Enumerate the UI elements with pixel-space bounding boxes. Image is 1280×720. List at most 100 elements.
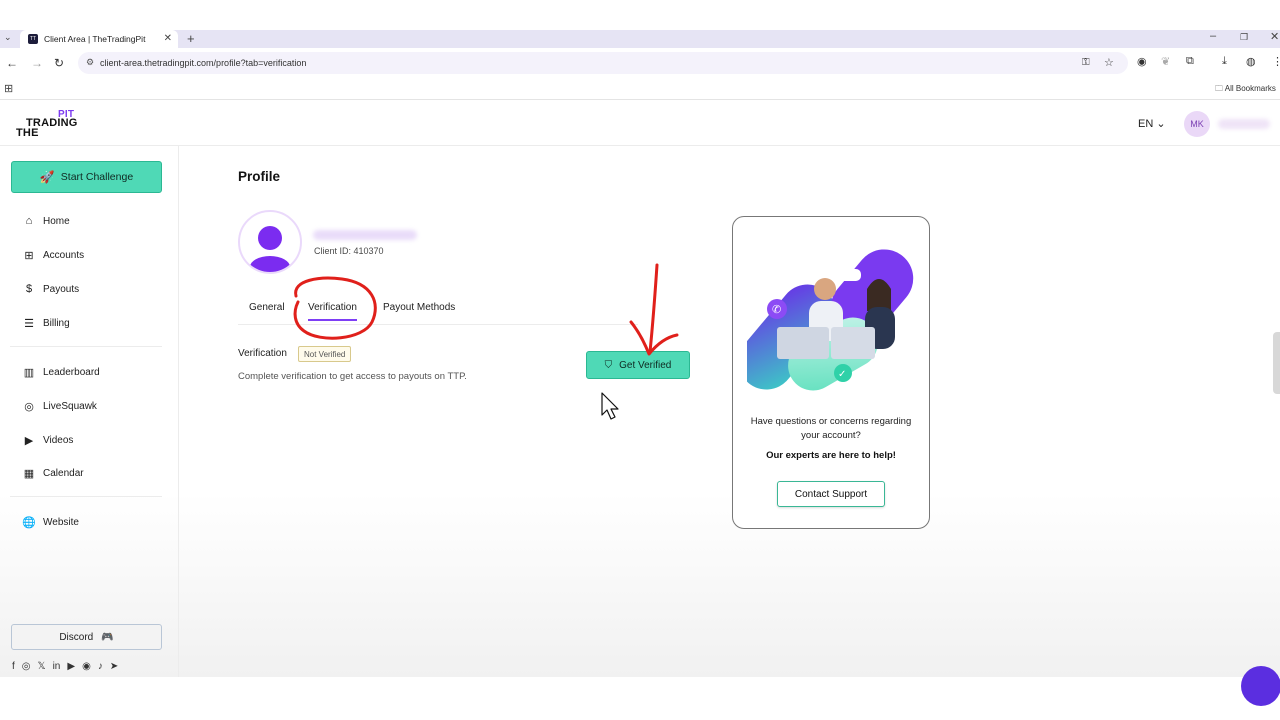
logo-the: THE <box>16 127 39 139</box>
get-verified-button[interactable]: ⛉ Get Verified <box>586 351 690 379</box>
user-name-redacted <box>1218 119 1270 129</box>
language-label: EN <box>1138 118 1154 130</box>
tab-verification[interactable]: Verification <box>308 302 357 321</box>
sidebar: 🚀 Start Challenge ⌂ Home ⊞ Accounts $ Payou… <box>0 146 179 677</box>
sidebar-item-livesquawk[interactable]: ◎ LiveSquawk <box>22 397 97 415</box>
sidebar-divider <box>10 496 162 497</box>
site-info-icon[interactable]: ⚙ <box>86 57 94 68</box>
chat-widget-button[interactable] <box>1241 666 1280 706</box>
livesquawk-icon: ◎ <box>24 400 34 413</box>
verification-description: Complete verification to get access to p… <box>238 371 467 382</box>
social-links: f ◎ 𝕏 in ▶ ◉ ♪ ➤ <box>12 661 118 672</box>
linkedin-icon[interactable]: in <box>53 661 61 672</box>
sidebar-item-accounts[interactable]: ⊞ Accounts <box>22 246 84 264</box>
tiktok-icon[interactable]: ♪ <box>98 661 103 672</box>
globe-icon: 🌐 <box>22 516 36 529</box>
tab-general[interactable]: General <box>249 302 285 313</box>
page-title: Profile <box>238 169 281 184</box>
download-icon[interactable]: ⤓ <box>1222 55 1227 68</box>
back-icon[interactable]: ← <box>6 56 18 70</box>
leaderboard-icon: ▥ <box>23 366 35 379</box>
sidebar-item-payouts[interactable]: $ Payouts <box>22 280 79 298</box>
home-icon: ⌂ <box>25 215 33 227</box>
sidebar-item-website[interactable]: 🌐 Website <box>22 513 79 531</box>
payout-icon: $ <box>25 283 33 295</box>
get-verified-label: Get Verified <box>619 359 672 371</box>
tab-title: Client Area | TheTradingPit <box>44 34 146 44</box>
extensions-puzzle-icon[interactable]: ⧉ <box>1186 55 1194 68</box>
svg-text:✓: ✓ <box>838 369 846 380</box>
reddit-icon[interactable]: ◉ <box>82 661 91 672</box>
profile-tabs: General Verification Payout Methods <box>238 297 638 325</box>
browser-tab[interactable]: TT Client Area | TheTradingPit ✕ <box>20 30 178 48</box>
extension-record-icon[interactable]: ◉ <box>1137 55 1147 68</box>
url-text: client-area.thetradingpit.com/profile?ta… <box>100 58 307 68</box>
profile-name-redacted <box>313 230 417 240</box>
browser-tab-strip: ⌄ TT Client Area | TheTradingPit ✕ + – ❐… <box>0 30 1280 48</box>
restore-icon[interactable]: ❐ <box>1240 32 1248 43</box>
sidebar-item-label: Website <box>43 516 79 528</box>
discord-button[interactable]: Discord 🎮 <box>11 624 162 650</box>
sidebar-item-label: Billing <box>43 317 70 329</box>
telegram-icon[interactable]: ➤ <box>110 661 118 672</box>
reload-icon[interactable]: ↻ <box>54 56 64 70</box>
bookmark-star-icon[interactable]: ☆ <box>1104 56 1114 69</box>
site-header: PIT TRADING THE EN ⌄ MK <box>0 101 1280 146</box>
sidebar-divider <box>10 346 162 347</box>
support-help-text: Our experts are here to help! <box>766 450 896 461</box>
client-id: Client ID: 410370 <box>314 246 384 256</box>
discord-icon: 🎮 <box>101 631 114 643</box>
language-selector[interactable]: EN ⌄ <box>1138 117 1166 130</box>
all-bookmarks[interactable]: 🗀 All Bookmarks <box>1215 83 1276 97</box>
instagram-icon[interactable]: ◎ <box>22 661 31 672</box>
bookmarks-bar: ⊞ 🗀 All Bookmarks <box>0 78 1280 100</box>
sidebar-item-home[interactable]: ⌂ Home <box>22 212 70 230</box>
sidebar-item-label: LiveSquawk <box>43 400 97 412</box>
bottom-band <box>0 677 1280 720</box>
user-silhouette-icon <box>250 226 290 272</box>
billing-icon: ☰ <box>24 317 34 330</box>
new-tab-icon[interactable]: + <box>187 31 195 46</box>
calendar-icon: ▦ <box>23 467 35 480</box>
sidebar-item-label: Payouts <box>43 283 80 295</box>
window-close-icon[interactable]: ✕ <box>1270 30 1279 43</box>
sidebar-item-leaderboard[interactable]: ▥ Leaderboard <box>22 363 100 381</box>
side-scroll-handle[interactable] <box>1273 332 1280 394</box>
favicon-icon: TT <box>28 34 38 44</box>
tab-payout-methods[interactable]: Payout Methods <box>383 302 455 313</box>
support-question: Have questions or concerns regarding you… <box>750 416 912 441</box>
profile-avatar-icon[interactable]: ◍ <box>1246 55 1256 68</box>
sidebar-item-billing[interactable]: ☰ Billing <box>22 314 70 332</box>
user-avatar[interactable]: MK <box>1184 111 1210 137</box>
address-bar[interactable]: ⚙ client-area.thetradingpit.com/profile?… <box>78 52 1128 74</box>
x-icon[interactable]: 𝕏 <box>38 661 46 672</box>
screenshot-frame: ⌄ TT Client Area | TheTradingPit ✕ + – ❐… <box>0 0 1280 720</box>
extension-leaf-icon[interactable]: ❦ <box>1161 55 1170 68</box>
top-band <box>0 0 1280 30</box>
discord-label: Discord <box>59 631 94 643</box>
sidebar-item-label: Home <box>43 215 70 227</box>
sidebar-item-videos[interactable]: ▶ Videos <box>22 431 74 449</box>
password-key-icon[interactable]: ⚿ <box>1082 57 1090 68</box>
minimize-icon[interactable]: – <box>1210 30 1216 42</box>
forward-icon[interactable]: → <box>31 56 43 70</box>
support-card: ✆ ✓ Have questions or concerns regarding… <box>732 216 930 529</box>
shield-user-icon: ⛉ <box>604 359 613 371</box>
sidebar-item-label: Accounts <box>43 249 85 261</box>
youtube-icon[interactable]: ▶ <box>67 661 75 672</box>
grid-icon: ⊞ <box>24 249 34 262</box>
browser-menu-icon[interactable]: ⋮ <box>1272 55 1280 68</box>
facebook-icon[interactable]: f <box>12 661 15 672</box>
contact-support-button[interactable]: Contact Support <box>777 481 885 507</box>
svg-text:✆: ✆ <box>772 304 781 316</box>
sidebar-item-label: Calendar <box>43 467 84 479</box>
apps-grid-icon[interactable]: ⊞ <box>4 82 13 95</box>
sidebar-item-calendar[interactable]: ▦ Calendar <box>22 464 84 482</box>
verification-label: Verification <box>238 348 287 359</box>
tab-search-icon[interactable]: ⌄ <box>4 32 12 43</box>
start-challenge-button[interactable]: 🚀 Start Challenge <box>11 161 162 193</box>
status-badge: Not Verified <box>298 346 352 362</box>
close-tab-icon[interactable]: ✕ <box>164 33 172 44</box>
rocket-icon: 🚀 <box>39 170 55 184</box>
site-logo[interactable]: PIT TRADING THE <box>16 110 86 140</box>
